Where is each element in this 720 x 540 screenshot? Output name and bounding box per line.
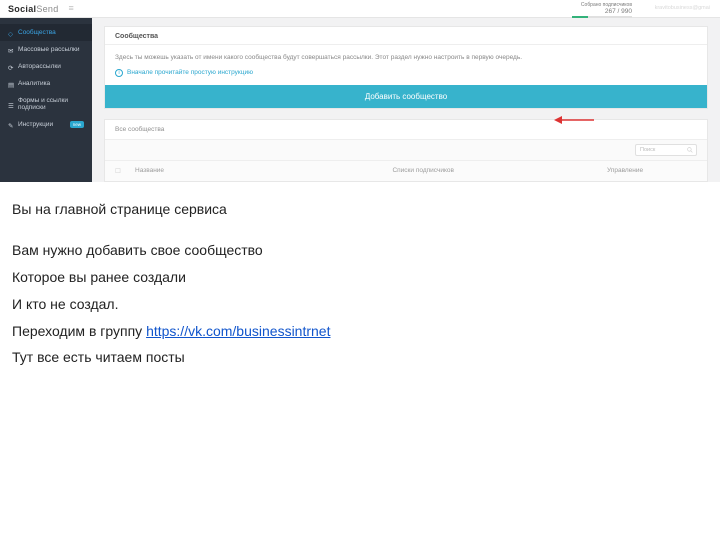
th-manage: Управление bbox=[607, 167, 697, 174]
brand-part2: Send bbox=[36, 4, 58, 14]
brand-logo: SocialSend bbox=[0, 4, 59, 14]
table-header: ☐ Название Списки подписчиков Управление bbox=[105, 161, 707, 181]
sidebar-item-forms[interactable]: ☰ Формы и ссылки подписки bbox=[0, 92, 92, 116]
stats-count: 267 / 990 bbox=[572, 8, 632, 15]
instruction-link-label: Вначале прочитайте простую инструкцию bbox=[127, 69, 253, 76]
user-email[interactable]: kravitobusiness@gmai bbox=[655, 5, 710, 11]
th-name: Название bbox=[135, 167, 392, 174]
sidebar-item-label: Формы и ссылки подписки bbox=[18, 97, 84, 111]
text-line-1: Вы на главной странице сервиса bbox=[12, 200, 708, 219]
sidebar: ◇ Сообщества ✉ Массовые рассылки ⟳ Автор… bbox=[0, 18, 92, 182]
info-icon: i bbox=[115, 69, 123, 77]
help-text: Здесь ты можешь указать от имени какого … bbox=[115, 53, 697, 63]
vk-group-link[interactable]: https://vk.com/businessintrnet bbox=[146, 323, 330, 339]
sidebar-item-label: Инструкции bbox=[18, 121, 65, 128]
sidebar-item-label: Массовые рассылки bbox=[18, 46, 84, 53]
card-title: Сообщества bbox=[105, 27, 707, 45]
text-line-5-prefix: Переходим в группу bbox=[12, 323, 146, 339]
text-line-2: Вам нужно добавить свое сообщество bbox=[12, 241, 708, 260]
sidebar-item-analytics[interactable]: ▤ Аналитика bbox=[0, 75, 92, 92]
add-community-button[interactable]: Добавить сообщество bbox=[105, 85, 707, 108]
text-line-6: Тут все есть читаем посты bbox=[12, 348, 708, 367]
top-bar: SocialSend ≡ Собрано подписчиков 267 / 9… bbox=[0, 0, 720, 18]
sidebar-item-label: Авторассылки bbox=[18, 63, 84, 70]
search-input[interactable]: Поиск bbox=[635, 144, 697, 156]
analytics-icon: ▤ bbox=[8, 81, 13, 86]
th-lists: Списки подписчиков bbox=[392, 167, 607, 174]
main-content: Сообщества Здесь ты можешь указать от им… bbox=[92, 18, 720, 182]
sidebar-item-instructions[interactable]: ✎ Инструкции new bbox=[0, 116, 92, 133]
text-line-4: И кто не создал. bbox=[12, 295, 708, 314]
instructions-icon: ✎ bbox=[8, 122, 13, 127]
search-row: Поиск bbox=[105, 140, 707, 161]
text-line-5: Переходим в группу https://vk.com/busine… bbox=[12, 322, 708, 341]
badge-new: new bbox=[70, 121, 84, 128]
community-icon: ◇ bbox=[8, 30, 13, 35]
search-placeholder: Поиск bbox=[640, 147, 655, 153]
auto-icon: ⟳ bbox=[8, 64, 13, 69]
sidebar-item-label: Аналитика bbox=[18, 80, 84, 87]
subscriber-stats: Собрано подписчиков 267 / 990 bbox=[572, 2, 632, 18]
sidebar-item-auto-mail[interactable]: ⟳ Авторассылки bbox=[0, 58, 92, 75]
instruction-link[interactable]: i Вначале прочитайте простую инструкцию bbox=[115, 69, 697, 77]
app-screenshot: SocialSend ≡ Собрано подписчиков 267 / 9… bbox=[0, 0, 720, 182]
search-icon bbox=[687, 147, 693, 153]
communities-card: Сообщества Здесь ты можешь указать от им… bbox=[104, 26, 708, 109]
checkbox-header[interactable]: ☐ bbox=[115, 167, 135, 175]
text-line-3: Которое вы ранее создали bbox=[12, 268, 708, 287]
instruction-text: Вы на главной странице сервиса Вам нужно… bbox=[0, 182, 720, 385]
forms-icon: ☰ bbox=[8, 102, 13, 107]
sidebar-item-communities[interactable]: ◇ Сообщества bbox=[0, 24, 92, 41]
brand-part1: Social bbox=[8, 4, 36, 14]
sidebar-item-mass-mail[interactable]: ✉ Массовые рассылки bbox=[0, 41, 92, 58]
all-communities-title: Все сообщества bbox=[105, 120, 707, 140]
hamburger-icon[interactable]: ≡ bbox=[69, 4, 74, 13]
sidebar-item-label: Сообщества bbox=[18, 29, 84, 36]
mail-icon: ✉ bbox=[8, 47, 13, 52]
all-communities-card: Все сообщества Поиск ☐ Название Списки п… bbox=[104, 119, 708, 182]
